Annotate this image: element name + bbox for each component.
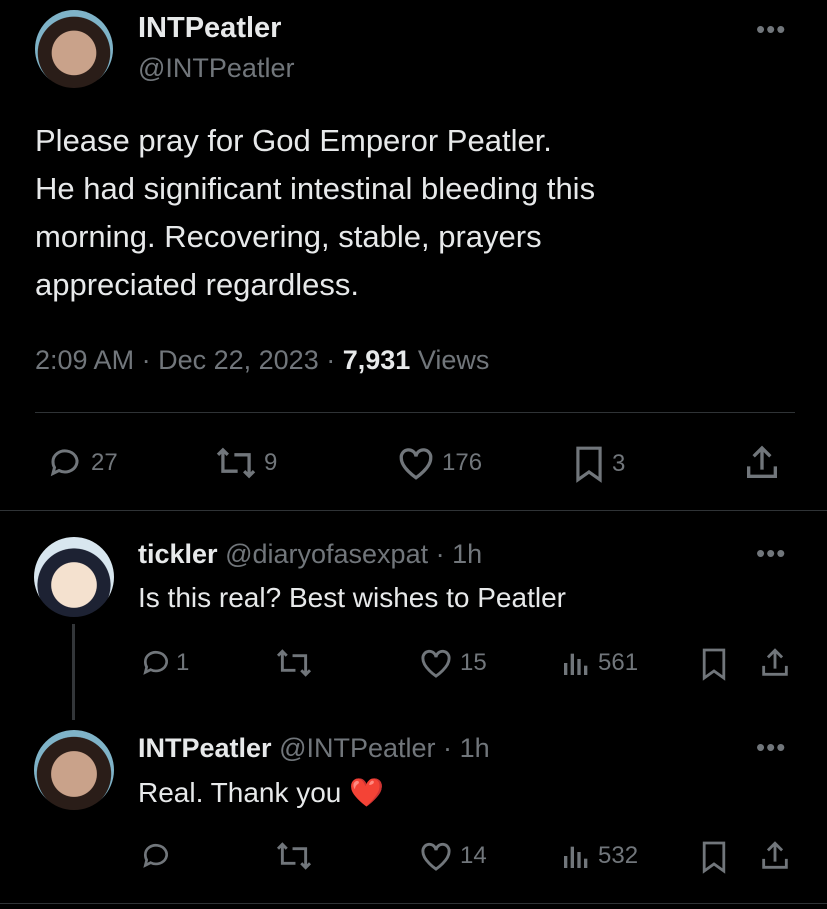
post-text-line: appreciated regardless. [35, 267, 359, 302]
share-icon [747, 445, 777, 478]
reply-handle[interactable]: @INTPeatler [279, 733, 435, 763]
bookmark-icon [702, 841, 726, 874]
bookmark-icon [702, 648, 726, 681]
author-display-name[interactable]: INTPeatler [138, 12, 281, 45]
reply-count: 27 [91, 449, 118, 476]
like-count: 176 [442, 449, 483, 476]
share-button[interactable] [758, 646, 792, 680]
reply-header: tickler @diaryofasexpat · 1h [138, 539, 482, 570]
views-count: 532 [598, 842, 639, 869]
reply-age[interactable]: 1h [460, 733, 490, 763]
views-label: Views [417, 345, 490, 375]
views-icon [564, 653, 588, 675]
bookmark-icon [576, 446, 602, 483]
separator: · [443, 733, 453, 763]
reply-icon [50, 449, 79, 477]
reply-age[interactable]: 1h [452, 539, 482, 569]
reply-display-name[interactable]: tickler [138, 539, 218, 569]
like-count: 14 [460, 842, 487, 869]
like-icon [421, 649, 451, 678]
post-meta: 2:09 AM · Dec 22, 2023 · 7,931 Views [35, 345, 489, 376]
reply-button[interactable] [138, 840, 180, 872]
separator: · [326, 345, 336, 375]
like-icon [421, 842, 451, 871]
reply-text: Is this real? Best wishes to Peatler [138, 582, 566, 613]
reply-display-name[interactable]: INTPeatler [138, 733, 272, 763]
views-icon [564, 846, 588, 868]
reply-button[interactable]: 1 [138, 647, 189, 679]
post-text: Please pray for God Emperor Peatler. He … [35, 117, 795, 309]
separator: · [141, 345, 151, 375]
share-button[interactable] [742, 443, 782, 483]
reply-header: INTPeatler @INTPeatler · 1h [138, 733, 490, 764]
heart-emoji: ❤️ [349, 777, 385, 808]
reply-icon [143, 650, 168, 675]
divider [0, 510, 827, 511]
author-handle[interactable]: @INTPeatler [138, 53, 294, 84]
repost-icon [216, 447, 256, 479]
like-icon [399, 448, 433, 480]
like-count: 15 [460, 649, 487, 676]
post-text-line: morning. Recovering, stable, prayers [35, 219, 542, 254]
reply-button[interactable]: 27 [45, 445, 118, 481]
author-avatar[interactable] [35, 10, 113, 88]
repost-button[interactable] [274, 647, 320, 679]
reply-count: 1 [176, 649, 190, 676]
share-icon [762, 841, 788, 869]
post-text-line: He had significant intestinal bleeding t… [35, 171, 596, 206]
post-date[interactable]: Dec 22, 2023 [158, 345, 319, 375]
repost-button[interactable]: 9 [214, 445, 277, 481]
bookmark-button[interactable]: 3 [572, 445, 625, 483]
post-text-line: Please pray for God Emperor Peatler. [35, 123, 552, 158]
share-button[interactable] [758, 839, 792, 873]
repost-icon [276, 649, 312, 677]
repost-button[interactable] [274, 840, 320, 872]
bookmark-button[interactable] [700, 840, 728, 874]
separator: · [435, 539, 445, 569]
views-button[interactable]: 561 [560, 647, 638, 679]
reply-avatar[interactable] [34, 730, 114, 810]
like-button[interactable]: 14 [418, 840, 487, 872]
bookmark-count: 3 [612, 450, 626, 477]
repost-count: 9 [264, 449, 278, 476]
more-icon[interactable]: ••• [756, 16, 786, 42]
reply-icon [143, 843, 168, 868]
reply-text-row: Real. Thank you ❤️ [138, 776, 384, 809]
like-button[interactable]: 176 [396, 445, 482, 481]
post-time[interactable]: 2:09 AM [35, 345, 134, 375]
like-button[interactable]: 15 [418, 647, 487, 679]
views-button[interactable]: 532 [560, 840, 638, 872]
views-count: 561 [598, 649, 639, 676]
more-icon[interactable]: ••• [756, 734, 786, 760]
reply-avatar[interactable] [34, 537, 114, 617]
views-count: 7,931 [342, 345, 411, 375]
more-icon[interactable]: ••• [756, 540, 786, 566]
reply-handle[interactable]: @diaryofasexpat [225, 539, 428, 569]
reply-text: Real. Thank you [138, 777, 342, 808]
divider [0, 903, 827, 904]
bookmark-button[interactable] [700, 647, 728, 681]
share-icon [762, 648, 788, 676]
thread-line [72, 624, 75, 720]
repost-icon [276, 842, 312, 870]
divider [35, 412, 795, 413]
